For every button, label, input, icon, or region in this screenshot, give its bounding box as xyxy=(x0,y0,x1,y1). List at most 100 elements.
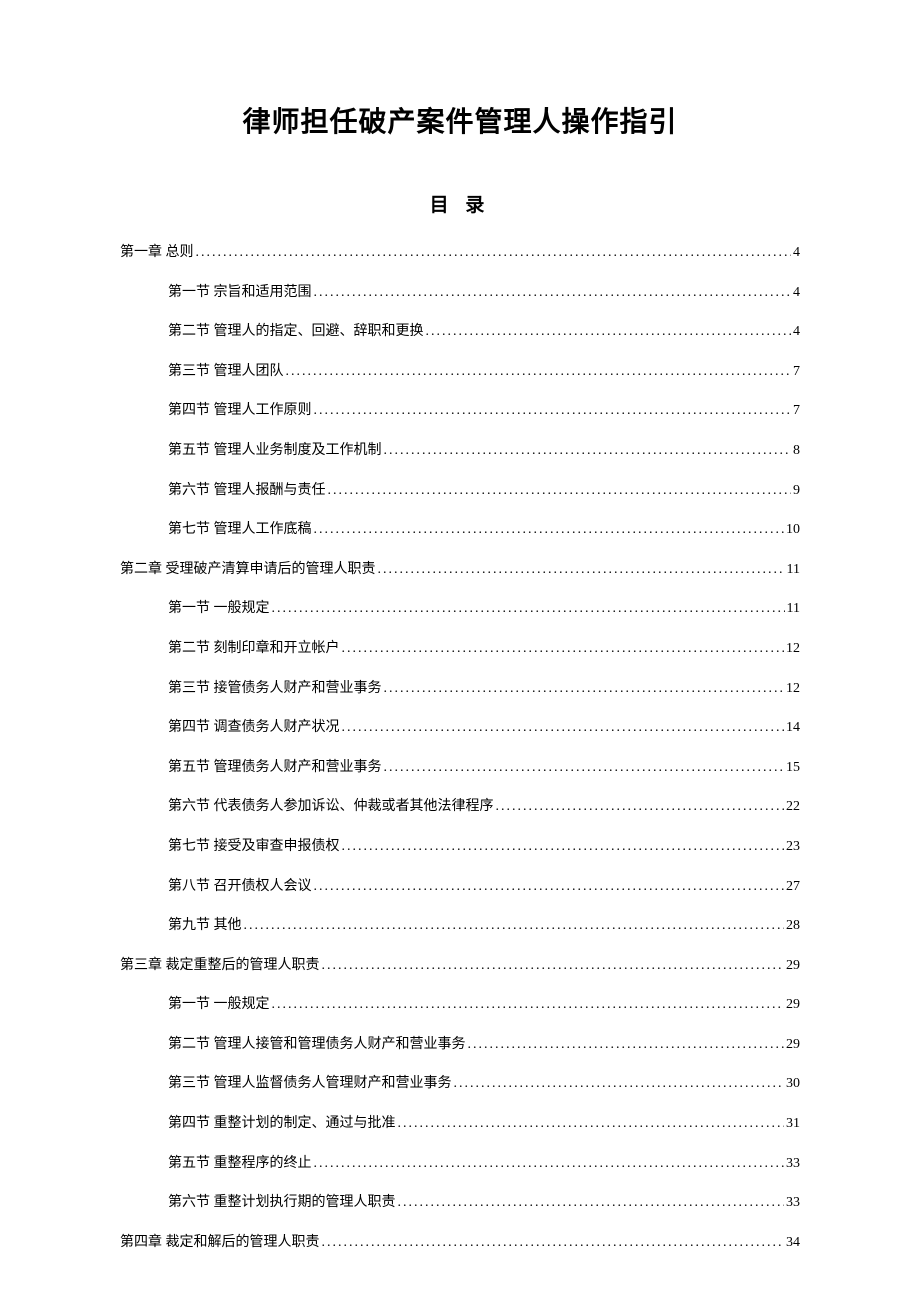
toc-entry-page: 34 xyxy=(786,1233,800,1253)
toc-entry-label: 第四节 调查债务人财产状况 xyxy=(168,718,340,738)
toc-entry: 第二节 管理人接管和管理债务人财产和营业事务 29 xyxy=(168,1035,800,1055)
toc-entry: 第六节 管理人报酬与责任 9 xyxy=(168,481,800,501)
toc-entry-label: 第六节 代表债务人参加诉讼、仲裁或者其他法律程序 xyxy=(168,797,494,817)
toc-dots xyxy=(342,639,785,659)
toc-entry-label: 第九节 其他 xyxy=(168,916,242,936)
toc-dots xyxy=(314,401,792,421)
toc-entry-page: 27 xyxy=(786,877,800,897)
toc-entry-page: 7 xyxy=(793,401,800,421)
toc-dots xyxy=(342,718,785,738)
toc-entry-page: 11 xyxy=(787,560,800,580)
toc-entry-page: 29 xyxy=(786,956,800,976)
toc-dots xyxy=(342,837,785,857)
toc-entry-label: 第二章 受理破产清算申请后的管理人职责 xyxy=(120,560,376,580)
toc-entry: 第三节 接管债务人财产和营业事务 12 xyxy=(168,679,800,699)
toc-entry: 第四章 裁定和解后的管理人职责 34 xyxy=(120,1233,800,1253)
toc-entry-label: 第四节 管理人工作原则 xyxy=(168,401,312,421)
toc-entry-page: 33 xyxy=(786,1154,800,1174)
toc-entry-label: 第三章 裁定重整后的管理人职责 xyxy=(120,956,320,976)
toc-entry: 第一节 宗旨和适用范围 4 xyxy=(168,283,800,303)
toc-dots xyxy=(314,877,785,897)
toc-entry: 第一节 一般规定 11 xyxy=(168,599,800,619)
toc-entry-label: 第五节 管理债务人财产和营业事务 xyxy=(168,758,382,778)
toc-entry: 第五节 重整程序的终止 33 xyxy=(168,1154,800,1174)
toc-dots xyxy=(314,520,785,540)
toc-entry-page: 30 xyxy=(786,1074,800,1094)
toc-entry-label: 第四章 裁定和解后的管理人职责 xyxy=(120,1233,320,1253)
toc-entry-page: 23 xyxy=(786,837,800,857)
toc-entry: 第四节 重整计划的制定、通过与批准 31 xyxy=(168,1114,800,1134)
toc-dots xyxy=(286,362,792,382)
toc-dots xyxy=(322,1233,785,1253)
toc-entry-label: 第六节 重整计划执行期的管理人职责 xyxy=(168,1193,396,1213)
toc-entry-page: 33 xyxy=(786,1193,800,1213)
toc-entry-page: 14 xyxy=(786,718,800,738)
toc-dots xyxy=(426,322,792,342)
toc-entry-label: 第五节 重整程序的终止 xyxy=(168,1154,312,1174)
toc-dots xyxy=(196,243,792,263)
toc-entry-page: 4 xyxy=(793,243,800,263)
toc-entry: 第一节 一般规定 29 xyxy=(168,995,800,1015)
toc-entry: 第四节 调查债务人财产状况 14 xyxy=(168,718,800,738)
toc-entry: 第一章 总则 4 xyxy=(120,243,800,263)
toc-entry-page: 22 xyxy=(786,797,800,817)
toc-dots xyxy=(314,1154,785,1174)
toc-entry-label: 第三节 管理人团队 xyxy=(168,362,284,382)
toc-dots xyxy=(328,481,792,501)
toc-entry-label: 第七节 管理人工作底稿 xyxy=(168,520,312,540)
toc-dots xyxy=(272,995,785,1015)
toc-entry: 第六节 代表债务人参加诉讼、仲裁或者其他法律程序 22 xyxy=(168,797,800,817)
toc-entry-page: 12 xyxy=(786,679,800,699)
toc-entry: 第二节 管理人的指定、回避、辞职和更换 4 xyxy=(168,322,800,342)
toc-dots xyxy=(496,797,785,817)
toc-dots xyxy=(384,441,792,461)
toc-dots xyxy=(314,283,792,303)
toc-dots xyxy=(384,758,785,778)
toc-entry-label: 第四节 重整计划的制定、通过与批准 xyxy=(168,1114,396,1134)
toc-entry-page: 12 xyxy=(786,639,800,659)
table-of-contents: 第一章 总则4第一节 宗旨和适用范围4第二节 管理人的指定、回避、辞职和更换4第… xyxy=(120,243,800,1252)
toc-dots xyxy=(272,599,785,619)
toc-entry-label: 第六节 管理人报酬与责任 xyxy=(168,481,326,501)
toc-entry-page: 4 xyxy=(793,283,800,303)
toc-entry-label: 第二节 管理人接管和管理债务人财产和营业事务 xyxy=(168,1035,466,1055)
toc-dots xyxy=(244,916,785,936)
toc-entry-label: 第七节 接受及审查申报债权 xyxy=(168,837,340,857)
toc-heading: 目 录 xyxy=(120,190,800,217)
toc-entry-page: 11 xyxy=(787,599,800,619)
toc-entry-page: 29 xyxy=(786,1035,800,1055)
toc-entry-page: 31 xyxy=(786,1114,800,1134)
toc-entry-label: 第一节 宗旨和适用范围 xyxy=(168,283,312,303)
toc-dots xyxy=(468,1035,785,1055)
toc-entry-label: 第三节 接管债务人财产和营业事务 xyxy=(168,679,382,699)
toc-entry: 第九节 其他 28 xyxy=(168,916,800,936)
toc-entry-page: 29 xyxy=(786,995,800,1015)
toc-entry-page: 9 xyxy=(793,481,800,501)
toc-entry-page: 4 xyxy=(793,322,800,342)
toc-entry: 第四节 管理人工作原则 7 xyxy=(168,401,800,421)
toc-entry: 第三节 管理人团队 7 xyxy=(168,362,800,382)
toc-entry-page: 8 xyxy=(793,441,800,461)
toc-entry: 第二节 刻制印章和开立帐户 12 xyxy=(168,639,800,659)
toc-entry-label: 第八节 召开债权人会议 xyxy=(168,877,312,897)
toc-dots xyxy=(378,560,785,580)
toc-entry: 第八节 召开债权人会议 27 xyxy=(168,877,800,897)
document-title: 律师担任破产案件管理人操作指引 xyxy=(120,100,800,140)
toc-entry-label: 第三节 管理人监督债务人管理财产和营业事务 xyxy=(168,1074,452,1094)
toc-entry-page: 7 xyxy=(793,362,800,382)
toc-dots xyxy=(322,956,785,976)
toc-entry-label: 第五节 管理人业务制度及工作机制 xyxy=(168,441,382,461)
toc-entry: 第五节 管理债务人财产和营业事务15 xyxy=(168,758,800,778)
toc-entry: 第七节 管理人工作底稿10 xyxy=(168,520,800,540)
toc-entry-page: 28 xyxy=(786,916,800,936)
toc-entry: 第五节 管理人业务制度及工作机制 8 xyxy=(168,441,800,461)
toc-entry-label: 第二节 管理人的指定、回避、辞职和更换 xyxy=(168,322,424,342)
toc-entry-label: 第二节 刻制印章和开立帐户 xyxy=(168,639,340,659)
toc-entry: 第七节 接受及审查申报债权 23 xyxy=(168,837,800,857)
toc-entry: 第三章 裁定重整后的管理人职责 29 xyxy=(120,956,800,976)
toc-dots xyxy=(398,1193,785,1213)
toc-entry-label: 第一章 总则 xyxy=(120,243,194,263)
toc-entry: 第六节 重整计划执行期的管理人职责 33 xyxy=(168,1193,800,1213)
toc-entry-label: 第一节 一般规定 xyxy=(168,995,270,1015)
toc-entry-label: 第一节 一般规定 xyxy=(168,599,270,619)
